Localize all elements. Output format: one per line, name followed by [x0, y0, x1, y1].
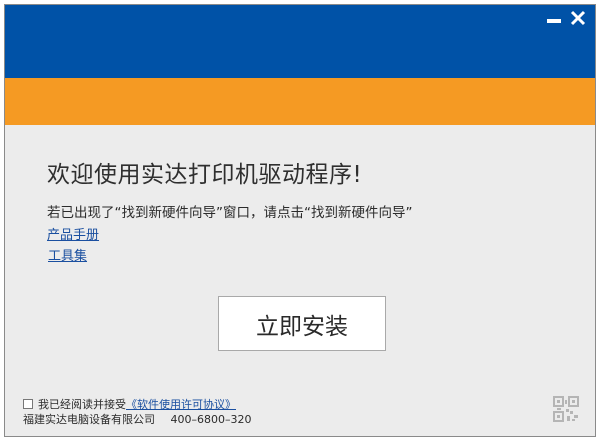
title-band: [5, 5, 595, 78]
license-agreement-row: 我已经阅读并接受 《软件使用许可协议》: [23, 396, 236, 412]
close-icon: [570, 10, 586, 26]
license-link[interactable]: 《软件使用许可协议》: [126, 396, 236, 412]
instruction-text: 若已出现了“找到新硬件向导”窗口，请点击“找到新硬件向导”: [47, 205, 413, 221]
agree-checkbox[interactable]: [23, 399, 33, 409]
welcome-title: 欢迎使用实达打印机驱动程序!: [47, 162, 363, 188]
company-name: 福建实达电脑设备有限公司: [23, 413, 155, 426]
phone-number: 400–6800–320: [170, 413, 252, 426]
installer-window: 欢迎使用实达打印机驱动程序! 若已出现了“找到新硬件向导”窗口，请点击“找到新硬…: [4, 4, 596, 437]
close-button[interactable]: [569, 9, 587, 27]
agree-label: 我已经阅读并接受: [38, 398, 126, 411]
install-now-button[interactable]: 立即安装: [218, 296, 386, 351]
minimize-icon: [547, 19, 561, 23]
company-info: 福建实达电脑设备有限公司 400–6800–320: [23, 411, 252, 427]
minimize-button[interactable]: [545, 9, 563, 27]
window-controls: [545, 9, 587, 27]
product-manual-link[interactable]: 产品手册: [47, 224, 99, 243]
accent-band: [5, 78, 595, 125]
content-area: 欢迎使用实达打印机驱动程序! 若已出现了“找到新硬件向导”窗口，请点击“找到新硬…: [47, 155, 575, 221]
qr-code-icon[interactable]: [553, 396, 579, 422]
tools-link[interactable]: 工具集: [48, 245, 87, 264]
